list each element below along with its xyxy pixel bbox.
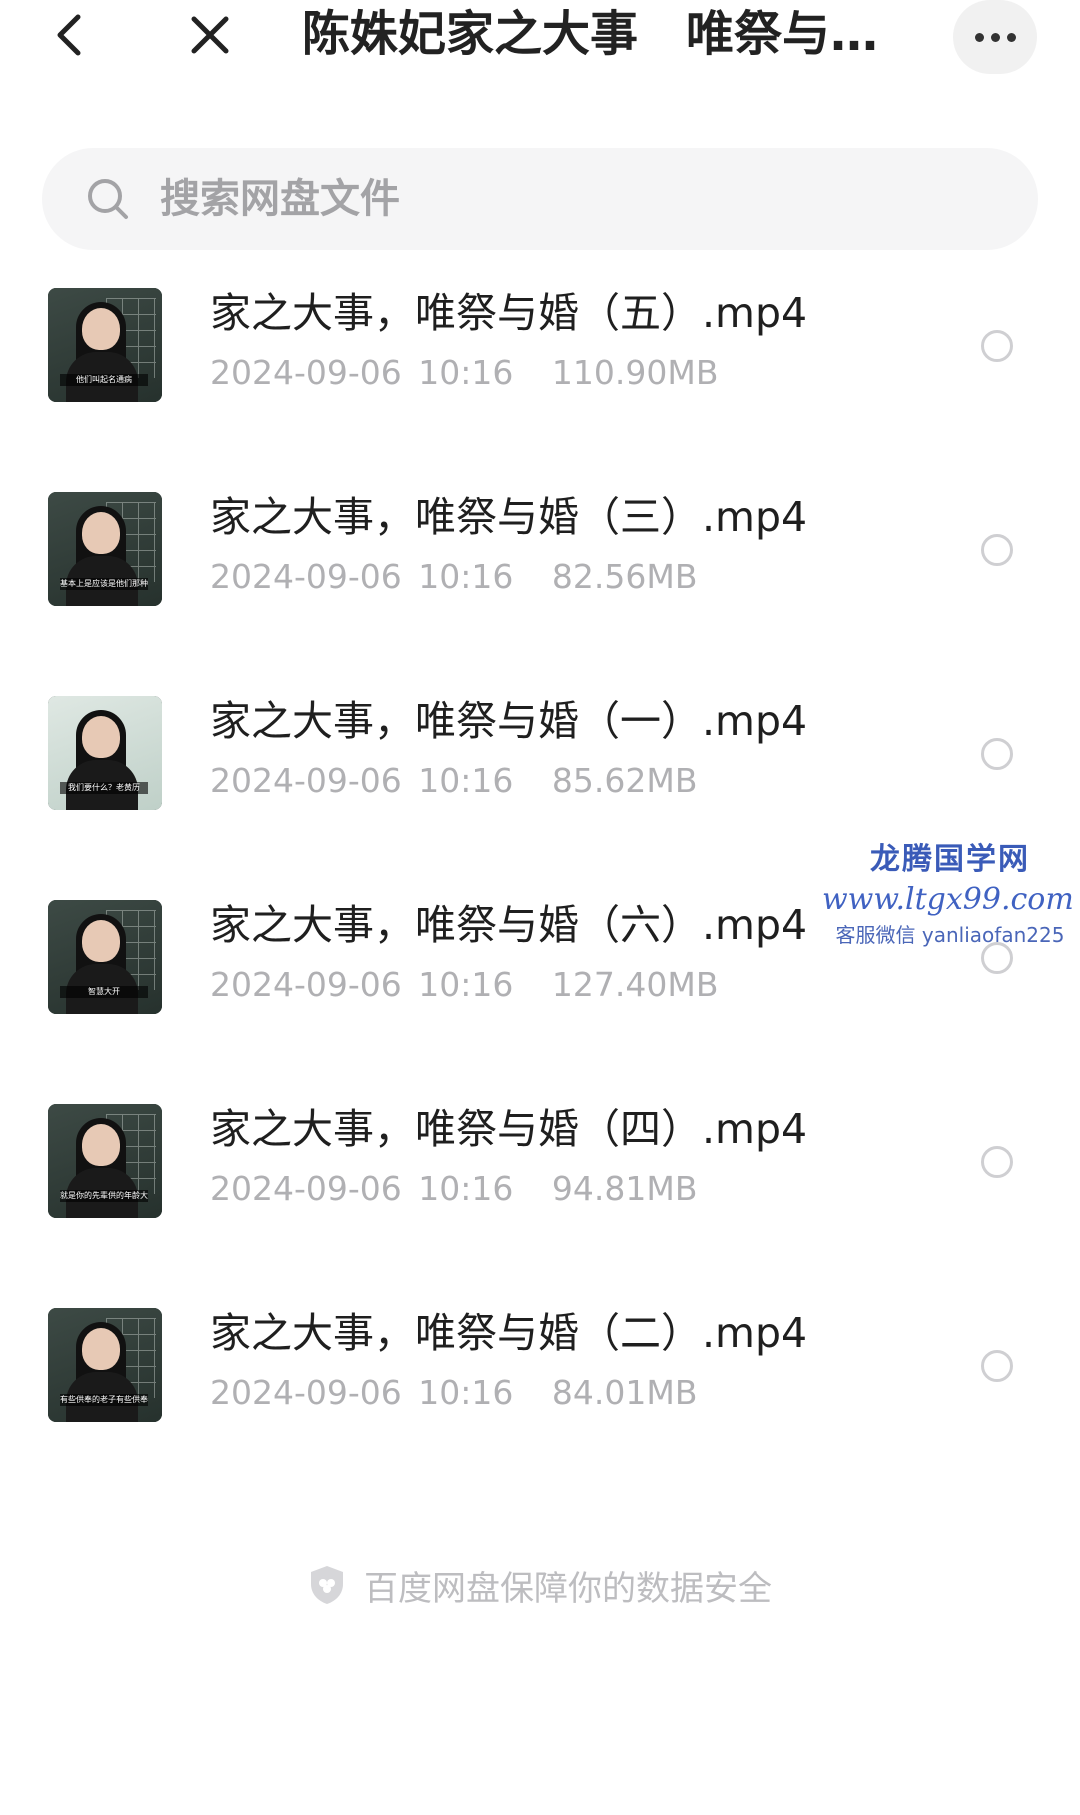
watermark-title: 龙腾国学网 — [870, 842, 1030, 877]
select-radio[interactable] — [981, 1350, 1013, 1382]
file-time: 10:16 — [418, 761, 514, 800]
file-time: 10:16 — [418, 1169, 514, 1208]
select-radio[interactable] — [981, 330, 1013, 362]
file-date: 2024-09-06 — [210, 965, 402, 1004]
video-thumbnail: 智慧大开 — [48, 900, 162, 1014]
video-thumbnail: 他们叫起名通病 — [48, 288, 162, 402]
close-button[interactable] — [180, 5, 240, 65]
select-radio[interactable] — [981, 738, 1013, 770]
file-row[interactable]: 基本上是应该是他们那种出来 家之大事，唯祭与婚（三）.mp4 2024-09-0… — [0, 488, 1080, 692]
file-size: 84.01MB — [551, 1373, 698, 1412]
file-name: 家之大事，唯祭与婚（五）.mp4 — [210, 289, 808, 337]
file-size: 85.62MB — [551, 761, 698, 800]
file-name: 家之大事，唯祭与婚（三）.mp4 — [210, 493, 808, 541]
file-row[interactable]: 他们叫起名通病 家之大事，唯祭与婚（五）.mp4 2024-09-06 10:1… — [0, 284, 1080, 488]
file-row[interactable]: 有些供奉的老子有些供奉的孔子 家之大事，唯祭与婚（二）.mp4 2024-09-… — [0, 1304, 1080, 1508]
file-meta: 2024-09-06 10:16 110.90MB — [210, 350, 718, 396]
file-size: 94.81MB — [551, 1169, 698, 1208]
file-time: 10:16 — [418, 965, 514, 1004]
file-date: 2024-09-06 — [210, 761, 402, 800]
thumbnail-caption: 他们叫起名通病 — [60, 374, 148, 386]
file-meta: 2024-09-06 10:16 94.81MB — [210, 1166, 697, 1212]
file-meta: 2024-09-06 10:16 82.56MB — [210, 554, 697, 600]
search-bar[interactable] — [42, 148, 1038, 250]
video-thumbnail: 我们要什么？老黄历 — [48, 696, 162, 810]
thumbnail-caption: 基本上是应该是他们那种出来 — [60, 578, 148, 590]
close-icon — [191, 16, 229, 54]
file-date: 2024-09-06 — [210, 1169, 402, 1208]
file-name: 家之大事，唯祭与婚（四）.mp4 — [210, 1105, 808, 1153]
watermark: 龙腾国学网 www.ltgx99.com 客服微信 yanliaofan225 — [822, 840, 1074, 950]
search-icon — [88, 179, 128, 219]
file-name: 家之大事，唯祭与婚（一）.mp4 — [210, 697, 808, 745]
video-thumbnail: 有些供奉的老子有些供奉的孔子 — [48, 1308, 162, 1422]
file-size: 110.90MB — [551, 353, 719, 392]
file-name: 家之大事，唯祭与婚（六）.mp4 — [210, 901, 808, 949]
more-dot-icon — [990, 32, 1000, 42]
search-input[interactable] — [158, 168, 962, 230]
file-meta: 2024-09-06 10:16 85.62MB — [210, 758, 697, 804]
more-dot-icon — [974, 32, 984, 42]
thumbnail-caption: 智慧大开 — [60, 986, 148, 998]
back-button[interactable] — [40, 5, 100, 65]
chevron-left-icon — [57, 14, 81, 56]
file-date: 2024-09-06 — [210, 557, 402, 596]
file-size: 82.56MB — [551, 557, 698, 596]
more-options-button[interactable] — [953, 0, 1037, 74]
file-meta: 2024-09-06 10:16 127.40MB — [210, 962, 718, 1008]
page-title: 陈姝妃家之大事 唯祭与… — [302, 6, 879, 62]
file-row[interactable]: 就是你的先辈供的年龄大的 家之大事，唯祭与婚（四）.mp4 2024-09-06… — [0, 1100, 1080, 1304]
file-date: 2024-09-06 — [210, 1373, 402, 1412]
file-date: 2024-09-06 — [210, 353, 402, 392]
file-time: 10:16 — [418, 353, 514, 392]
watermark-contact: 客服微信 yanliaofan225 — [835, 923, 1065, 947]
thumbnail-caption: 我们要什么？老黄历 — [60, 782, 148, 794]
footer-text: 百度网盘保障你的数据安全 — [364, 1568, 772, 1609]
file-time: 10:16 — [418, 1373, 514, 1412]
more-dot-icon — [1006, 32, 1016, 42]
security-footer: 百度网盘保障你的数据安全 — [0, 1560, 1080, 1610]
video-thumbnail: 就是你的先辈供的年龄大的 — [48, 1104, 162, 1218]
thumbnail-caption: 有些供奉的老子有些供奉的孔子 — [60, 1394, 148, 1406]
thumbnail-caption: 就是你的先辈供的年龄大的 — [60, 1190, 148, 1202]
top-bar: 陈姝妃家之大事 唯祭与… — [0, 0, 1080, 120]
file-meta: 2024-09-06 10:16 84.01MB — [210, 1370, 697, 1416]
video-thumbnail: 基本上是应该是他们那种出来 — [48, 492, 162, 606]
select-radio[interactable] — [981, 534, 1013, 566]
file-size: 127.40MB — [551, 965, 719, 1004]
select-radio[interactable] — [981, 1146, 1013, 1178]
file-time: 10:16 — [418, 557, 514, 596]
shield-icon — [311, 1566, 343, 1604]
file-name: 家之大事，唯祭与婚（二）.mp4 — [210, 1309, 808, 1357]
watermark-url: www.ltgx99.com — [822, 882, 1074, 917]
